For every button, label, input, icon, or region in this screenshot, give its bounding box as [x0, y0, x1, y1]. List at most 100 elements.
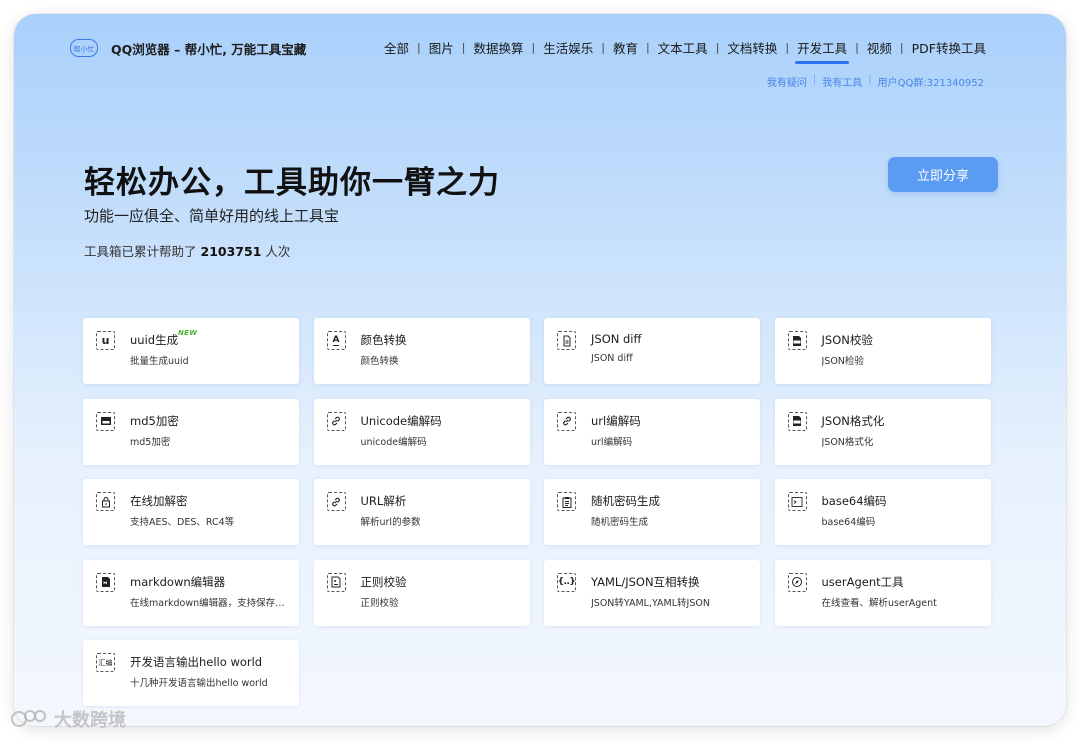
- tool-description: JSON格式化: [821, 436, 874, 448]
- nav-separator: |: [785, 41, 790, 54]
- tool-name: 颜色转换: [360, 333, 407, 347]
- tool-description: 批量生成uuid: [130, 356, 189, 367]
- new-badge: NEW: [178, 329, 198, 337]
- nav-separator: |: [855, 41, 859, 54]
- count-prefix: 工具箱已累计帮助了: [84, 244, 197, 259]
- tool-grid: u uuid生成 NEW 批量生成uuid A 颜色转换 颜色转换 JSON diff JSON…: [83, 318, 991, 706]
- nav-tab[interactable]: 全部: [382, 38, 411, 57]
- qq-group-link[interactable]: 用户QQ群:321340952: [878, 74, 984, 89]
- tool-name: JSON校验: [821, 333, 873, 347]
- tool-description: 解析url的参数: [360, 517, 421, 528]
- tool-name: 正则校验: [360, 574, 407, 589]
- nav-separator: |: [899, 41, 904, 54]
- assembly-icon: 汇编: [96, 653, 115, 672]
- tool-card[interactable]: url编解码 url编解码: [544, 398, 760, 465]
- tool-description: base64编码: [821, 517, 876, 528]
- tool-card[interactable]: 随机密码生成 随机密码生成: [544, 479, 760, 545]
- tool-name: markdown编辑器: [130, 574, 226, 589]
- nav-tab[interactable]: 教育: [611, 38, 640, 57]
- link-icon: [557, 411, 576, 431]
- tool-card[interactable]: 汇编 开发语言输出hello world 十几种开发语言输出hello world: [83, 640, 299, 706]
- tool-description: 十几种开发语言输出hello world: [130, 678, 268, 689]
- tool-card[interactable]: URL解析解析url的参数: [313, 479, 530, 545]
- tool-name: base64编码: [821, 494, 887, 508]
- nav-tab[interactable]: 文本工具: [656, 38, 710, 57]
- lock-icon: [96, 492, 115, 511]
- tool-card[interactable]: 在线加解密支持AES、DES、RC4等: [83, 479, 299, 545]
- tool-name: 开发语言输出hello world: [130, 655, 263, 669]
- u-letter-icon: u: [96, 331, 115, 350]
- tool-card[interactable]: Unicode编解码 unicode编解码: [313, 398, 530, 465]
- question-link[interactable]: 我有疑问: [767, 74, 807, 89]
- tool-name: md5加密: [130, 413, 179, 428]
- separator: |: [868, 74, 872, 85]
- tool-description: 支持AES、DES、RC4等: [130, 517, 235, 528]
- tool-description: unicode编解码: [360, 436, 427, 448]
- link-icon: [326, 492, 346, 511]
- json-file-icon: [787, 411, 807, 431]
- terminal-icon: [787, 492, 807, 511]
- tool-card[interactable]: {..} YAML/JSON互相转换 JSON转YAML,YAML转JSON: [544, 559, 760, 626]
- font-color-icon: A: [326, 331, 346, 350]
- curly-braces-icon: {..}: [557, 572, 576, 592]
- tool-card[interactable]: userAgent工具在线查看、解析userAgent: [774, 559, 991, 626]
- nav-tab[interactable]: 开发工具: [795, 38, 850, 64]
- tool-name: uuid生成: [130, 333, 179, 347]
- nav-tab[interactable]: 文档转换: [725, 38, 779, 57]
- nav-separator: |: [645, 41, 650, 54]
- logo[interactable]: 帮小忙: [70, 39, 98, 57]
- nav-tab[interactable]: 数据换算: [471, 38, 525, 57]
- tool-name: url编解码: [591, 413, 641, 428]
- tool-name: JSON diff: [591, 332, 642, 346]
- tool-description: JSON diff: [591, 353, 633, 364]
- tool-name: userAgent工具: [821, 574, 904, 589]
- usage-count: 工具箱已累计帮助了 2103751 人次: [84, 241, 290, 260]
- tool-card[interactable]: JSON校验 JSON检验: [774, 318, 991, 384]
- tool-name: URL解析: [360, 494, 407, 508]
- tool-name: YAML/JSON互相转换: [591, 574, 700, 589]
- watermark-logo-icon: [11, 710, 46, 727]
- nav-tab[interactable]: PDF转换工具: [910, 38, 988, 57]
- nav-tab[interactable]: 视频: [865, 38, 894, 57]
- tool-card[interactable]: JSON diff JSON diff: [544, 318, 760, 384]
- tool-description: md5加密: [130, 436, 171, 448]
- separator: |: [812, 74, 817, 85]
- tool-card[interactable]: markdown编辑器 在线markdown编辑器，支持保存…: [83, 559, 299, 626]
- tool-card[interactable]: A 颜色转换 颜色转换: [313, 318, 530, 384]
- hero-title: 轻松办公，工具助你一臂之力: [84, 165, 500, 201]
- tool-name: Unicode编解码: [360, 413, 442, 428]
- sub-nav: 我有疑问 | 我有工具 | 用户QQ群:321340952: [767, 74, 984, 89]
- tool-card[interactable]: u uuid生成 NEW 批量生成uuid: [83, 318, 299, 384]
- tool-description: 随机密码生成: [591, 517, 649, 528]
- json-file-icon: [787, 331, 807, 350]
- nav-separator: |: [417, 41, 421, 54]
- tool-name: JSON格式化: [821, 413, 885, 428]
- tool-card[interactable]: md5加密 md5加密: [83, 398, 299, 465]
- tool-card[interactable]: 正则校验 正则校验: [313, 559, 530, 626]
- tool-name: 在线加解密: [130, 494, 188, 508]
- nav-tab[interactable]: 生活娱乐: [541, 38, 595, 57]
- tool-description: 在线查看、解析userAgent: [821, 597, 937, 609]
- regex-file-icon: [326, 572, 346, 592]
- nav-separator: |: [601, 41, 605, 54]
- count-number: 2103751: [200, 244, 262, 259]
- browser-window: 帮小忙 QQ浏览器 – 帮小忙, 万能工具宝藏 全部 | 图片 | 数据换算 | 生活娱乐 |…: [14, 14, 1066, 726]
- my-tools-link[interactable]: 我有工具: [822, 74, 862, 89]
- hero-subtitle: 功能一应俱全、简单好用的线上工具宝: [84, 207, 340, 225]
- count-suffix: 人次: [265, 244, 291, 259]
- link-icon: [326, 411, 346, 431]
- site-title: QQ浏览器 – 帮小忙, 万能工具宝藏: [111, 42, 307, 57]
- clipboard-icon: [557, 492, 576, 511]
- tool-description: url编解码: [591, 436, 633, 448]
- md5-icon: [96, 411, 115, 431]
- tool-card[interactable]: JSON格式化 JSON格式化: [774, 398, 991, 465]
- share-button[interactable]: 立即分享: [888, 157, 998, 192]
- nav-tab[interactable]: 图片: [427, 38, 456, 57]
- logo-icon: 帮小忙: [70, 39, 98, 57]
- watermark: 大数跨境: [10, 706, 126, 732]
- tool-description: 正则校验: [360, 597, 399, 609]
- tool-description: JSON检验: [821, 356, 864, 367]
- tool-card[interactable]: base64编码 base64编码: [774, 479, 991, 545]
- top-nav: 全部 | 图片 | 数据换算 | 生活娱乐 | 教育 | 文本工具 | 文档转换 | 开发工具 | 视频 | PDF…: [382, 38, 988, 64]
- nav-separator: |: [531, 41, 536, 54]
